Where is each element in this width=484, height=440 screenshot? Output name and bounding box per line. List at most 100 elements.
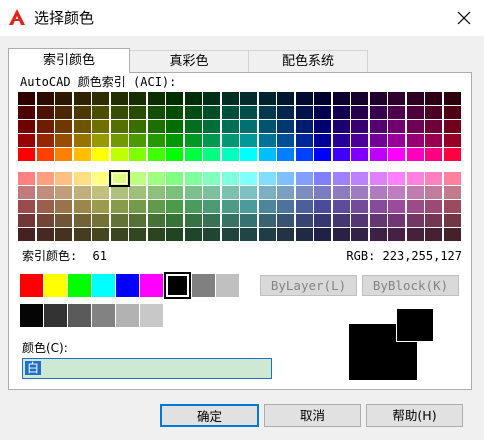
aci-color-cell[interactable]	[92, 214, 109, 227]
aci-color-cell[interactable]	[203, 200, 220, 213]
aci-color-cell[interactable]	[203, 106, 220, 119]
aci-color-cell[interactable]	[221, 134, 239, 147]
aci-color-cell[interactable]	[18, 228, 35, 241]
aci-color-cell[interactable]	[240, 120, 257, 133]
aci-color-cell[interactable]	[314, 186, 331, 199]
aci-color-cell[interactable]	[129, 200, 146, 213]
aci-color-cell[interactable]	[73, 92, 91, 105]
aci-color-cell[interactable]	[110, 106, 128, 119]
aci-color-cell[interactable]	[129, 214, 146, 227]
standard-color-gray-8[interactable]	[192, 274, 215, 297]
aci-color-cell[interactable]	[351, 228, 368, 241]
aci-color-cell[interactable]	[425, 134, 442, 147]
aci-color-cell[interactable]	[314, 228, 331, 241]
aci-color-cell[interactable]	[314, 214, 331, 227]
aci-color-cell[interactable]	[108, 170, 130, 187]
aci-color-cell[interactable]	[221, 186, 239, 199]
aci-color-cell[interactable]	[36, 172, 54, 185]
aci-color-cell[interactable]	[221, 148, 239, 161]
aci-color-cell[interactable]	[369, 148, 387, 161]
aci-color-cell[interactable]	[184, 214, 202, 227]
color-field-input[interactable]: 白	[22, 358, 272, 379]
aci-color-cell[interactable]	[295, 92, 313, 105]
aci-color-cell[interactable]	[184, 228, 202, 241]
aci-color-cell[interactable]	[277, 134, 294, 147]
aci-color-cell[interactable]	[203, 120, 220, 133]
aci-color-cell[interactable]	[184, 92, 202, 105]
gray-shade-swatch[interactable]	[116, 304, 139, 327]
aci-color-cell[interactable]	[258, 106, 276, 119]
aci-color-cell[interactable]	[425, 120, 442, 133]
aci-color-cell[interactable]	[36, 228, 54, 241]
aci-color-cell[interactable]	[166, 120, 183, 133]
aci-color-cell[interactable]	[18, 200, 35, 213]
aci-color-cell[interactable]	[55, 134, 72, 147]
aci-color-cell[interactable]	[92, 186, 109, 199]
aci-color-cell[interactable]	[425, 186, 442, 199]
aci-color-cell[interactable]	[92, 120, 109, 133]
aci-color-cell[interactable]	[166, 228, 183, 241]
aci-color-cell[interactable]	[92, 92, 109, 105]
byblock-button[interactable]: ByBlock(K)	[362, 275, 459, 296]
aci-color-cell[interactable]	[258, 92, 276, 105]
aci-color-cell[interactable]	[388, 172, 405, 185]
aci-color-cell[interactable]	[332, 228, 350, 241]
aci-color-cell[interactable]	[388, 228, 405, 241]
aci-color-cell[interactable]	[295, 106, 313, 119]
aci-color-cell[interactable]	[184, 134, 202, 147]
aci-color-cell[interactable]	[36, 200, 54, 213]
close-button[interactable]	[444, 0, 484, 36]
aci-color-cell[interactable]	[369, 134, 387, 147]
aci-color-cell[interactable]	[277, 228, 294, 241]
aci-color-cell[interactable]	[73, 228, 91, 241]
tab-color-books[interactable]: 配色系统	[248, 50, 368, 72]
standard-color-red[interactable]	[20, 274, 43, 297]
aci-color-cell[interactable]	[425, 214, 442, 227]
aci-color-cell[interactable]	[166, 148, 183, 161]
aci-color-cell[interactable]	[129, 148, 146, 161]
aci-color-cell[interactable]	[203, 148, 220, 161]
aci-color-cell[interactable]	[388, 186, 405, 199]
aci-color-cell[interactable]	[369, 214, 387, 227]
aci-color-cell[interactable]	[184, 200, 202, 213]
aci-color-cell[interactable]	[240, 214, 257, 227]
aci-color-cell[interactable]	[425, 148, 442, 161]
aci-color-cell[interactable]	[166, 92, 183, 105]
aci-color-cell[interactable]	[73, 120, 91, 133]
aci-color-cell[interactable]	[369, 200, 387, 213]
aci-color-cell[interactable]	[147, 148, 165, 161]
aci-color-cell[interactable]	[147, 186, 165, 199]
aci-color-cell[interactable]	[277, 92, 294, 105]
aci-color-cell[interactable]	[351, 148, 368, 161]
aci-color-cell[interactable]	[406, 172, 424, 185]
aci-color-cell[interactable]	[295, 200, 313, 213]
aci-color-cell[interactable]	[295, 228, 313, 241]
aci-color-cell[interactable]	[258, 134, 276, 147]
standard-color-gray-9[interactable]	[216, 274, 239, 297]
aci-color-cell[interactable]	[314, 148, 331, 161]
aci-color-cell[interactable]	[406, 214, 424, 227]
aci-color-cell[interactable]	[295, 214, 313, 227]
aci-color-cell[interactable]	[184, 172, 202, 185]
aci-color-cell[interactable]	[184, 120, 202, 133]
aci-color-cell[interactable]	[369, 120, 387, 133]
standard-color-blue[interactable]	[116, 274, 139, 297]
aci-color-cell[interactable]	[425, 106, 442, 119]
aci-color-cell[interactable]	[18, 106, 35, 119]
aci-color-cell[interactable]	[314, 120, 331, 133]
aci-color-cell[interactable]	[351, 172, 368, 185]
aci-color-cell[interactable]	[443, 214, 461, 227]
aci-color-cell[interactable]	[258, 228, 276, 241]
aci-color-cell[interactable]	[55, 92, 72, 105]
aci-color-cell[interactable]	[110, 92, 128, 105]
aci-color-cell[interactable]	[351, 186, 368, 199]
aci-color-cell[interactable]	[240, 106, 257, 119]
aci-color-cell[interactable]	[203, 92, 220, 105]
aci-color-cell[interactable]	[129, 120, 146, 133]
aci-palette[interactable]	[18, 92, 464, 242]
aci-color-cell[interactable]	[406, 134, 424, 147]
aci-color-cell[interactable]	[425, 200, 442, 213]
aci-color-cell[interactable]	[203, 214, 220, 227]
aci-color-cell[interactable]	[166, 134, 183, 147]
aci-color-cell[interactable]	[425, 92, 442, 105]
